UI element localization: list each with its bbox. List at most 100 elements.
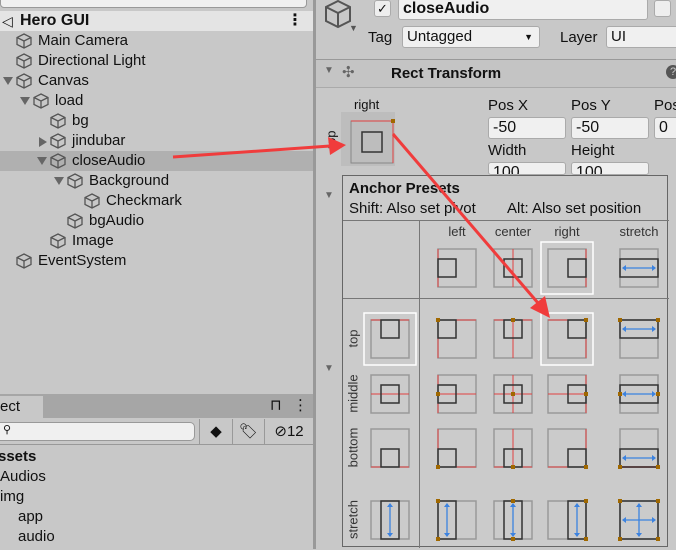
- expanded-arrow-icon[interactable]: [37, 157, 47, 165]
- width-label: Width: [488, 142, 527, 159]
- hierarchy-panel: ◁ Hero GUI ⋮ Main Camera Directional Ligh…: [0, 0, 313, 392]
- scene-name: Hero GUI: [20, 12, 90, 29]
- popup-title: Anchor Presets: [349, 180, 460, 197]
- anchor-preset-button[interactable]: [341, 112, 395, 166]
- hierarchy-item[interactable]: Checkmark: [0, 191, 313, 211]
- width-field[interactable]: 100: [488, 162, 566, 175]
- anchor-preset-middle-center[interactable]: [486, 367, 540, 421]
- anchor-preset-bottom-left[interactable]: [430, 421, 484, 475]
- anchor-preset-middle[interactable]: [363, 367, 417, 421]
- anchor-preset-right[interactable]: [540, 241, 594, 295]
- hierarchy-item-label: Directional Light: [38, 52, 146, 69]
- anchor-preset-top-center[interactable]: [486, 312, 540, 366]
- project-asset-item[interactable]: app: [18, 508, 43, 525]
- gameobject-icon: [50, 133, 66, 149]
- expanded-arrow-icon[interactable]: [20, 97, 30, 105]
- gameobject-icon: [16, 253, 32, 269]
- layer-dropdown[interactable]: UI: [606, 26, 676, 48]
- anchor-preset-stretch[interactable]: [612, 241, 666, 295]
- gameobject-icon: [50, 233, 66, 249]
- rect-transform-header[interactable]: ▼ ✣ Rect Transform ?: [316, 60, 676, 87]
- scene-header[interactable]: ◁ Hero GUI ⋮: [0, 11, 313, 31]
- anchor-preset-top-left[interactable]: [430, 312, 484, 366]
- hierarchy-item[interactable]: jindubar: [0, 131, 313, 151]
- gameobject-icon: [16, 53, 32, 69]
- hierarchy-item[interactable]: load: [0, 91, 313, 111]
- project-asset-item[interactable]: audio: [18, 528, 55, 545]
- dropdown-arrow-icon[interactable]: ▼: [349, 23, 358, 33]
- anchor-preset-bottom-stretch[interactable]: [612, 421, 666, 475]
- gameobject-cube-icon: [325, 0, 351, 29]
- lock-icon[interactable]: ⊓: [270, 396, 282, 414]
- anchor-preset-bottom[interactable]: [363, 421, 417, 475]
- hierarchy-item-label: closeAudio: [72, 152, 146, 169]
- pos-y-label: Pos Y: [571, 97, 611, 114]
- hierarchy-item[interactable]: Canvas: [0, 71, 313, 91]
- anchor-preset-stretch[interactable]: [363, 493, 417, 547]
- hidden-count: 12: [286, 423, 304, 440]
- layer-label: Layer: [560, 29, 598, 46]
- hierarchy-item-label: bg: [72, 112, 89, 129]
- static-checkbox[interactable]: [654, 0, 671, 17]
- search-icon: ⚲: [3, 424, 12, 436]
- shift-hint: Shift: Also set pivot: [349, 200, 476, 217]
- collapse-arrow-icon[interactable]: ▼: [324, 190, 334, 201]
- anchor-preset-middle-left[interactable]: [430, 367, 484, 421]
- pos-x-field[interactable]: -50: [488, 117, 566, 139]
- gameobject-icon: [33, 93, 49, 109]
- hidden-packages-button[interactable]: ⊘12: [264, 419, 313, 444]
- anchor-preset-middle-right[interactable]: [540, 367, 594, 421]
- collapse-arrow-icon[interactable]: ▼: [324, 65, 334, 76]
- anchor-preset-stretch-stretch[interactable]: [612, 493, 666, 547]
- filter-by-type-button[interactable]: ◆: [199, 419, 232, 444]
- component-title: Rect Transform: [391, 65, 502, 82]
- anchor-preset-center[interactable]: [486, 241, 540, 295]
- hierarchy-item[interactable]: Main Camera: [0, 31, 313, 51]
- anchor-preset-stretch-center[interactable]: [486, 493, 540, 547]
- hierarchy-item[interactable]: bgAudio: [0, 211, 313, 231]
- hierarchy-search-input[interactable]: [0, 0, 307, 8]
- anchor-preset-top-right[interactable]: [540, 312, 594, 366]
- anchor-preset-stretch-left[interactable]: [430, 493, 484, 547]
- eye-slash-icon: ⊘: [274, 423, 287, 440]
- kebab-icon[interactable]: ⋮: [293, 396, 308, 414]
- filter-by-label-button[interactable]: 🏷: [232, 419, 264, 444]
- hierarchy-item[interactable]: Image: [0, 231, 313, 251]
- kebab-icon[interactable]: ⋮: [287, 11, 303, 31]
- gameobject-icon: [67, 173, 83, 189]
- anchor-preset-bottom-right[interactable]: [540, 421, 594, 475]
- project-asset-item[interactable]: Audios: [0, 468, 46, 485]
- anchor-preset-bottom-center[interactable]: [486, 421, 540, 475]
- column-header-left: left: [448, 224, 466, 239]
- pos-y-field[interactable]: -50: [571, 117, 649, 139]
- hierarchy-item[interactable]: Directional Light: [0, 51, 313, 71]
- anchor-preset-left[interactable]: [430, 241, 484, 295]
- pos-z-field[interactable]: 0: [654, 117, 676, 139]
- height-field[interactable]: 100: [571, 162, 649, 175]
- hierarchy-item[interactable]: bg: [0, 111, 313, 131]
- help-icon[interactable]: ?: [666, 65, 676, 79]
- project-search-input[interactable]: ⚲: [0, 422, 195, 441]
- object-name-field[interactable]: closeAudio: [398, 0, 648, 20]
- anchor-preset-stretch-right[interactable]: [540, 493, 594, 547]
- tab-project[interactable]: ect: [0, 396, 43, 418]
- expanded-arrow-icon[interactable]: [3, 77, 13, 85]
- collapse-arrow-icon[interactable]: ▼: [324, 363, 334, 374]
- active-checkbox[interactable]: ✓: [374, 0, 391, 17]
- hierarchy-item[interactable]: Background: [0, 171, 313, 191]
- hierarchy-item-label: load: [55, 92, 84, 109]
- expanded-arrow-icon[interactable]: [54, 177, 64, 185]
- project-asset-item[interactable]: img: [0, 488, 24, 505]
- anchor-preset-top[interactable]: [363, 312, 417, 366]
- anchor-preset-top-stretch[interactable]: [612, 312, 666, 366]
- collapsed-arrow-icon[interactable]: [39, 137, 47, 147]
- row-header-top: top: [345, 329, 361, 348]
- hierarchy-item[interactable]: closeAudio: [0, 151, 313, 171]
- hierarchy-item-label: Image: [72, 232, 114, 249]
- hierarchy-item[interactable]: EventSystem: [0, 251, 313, 271]
- project-asset-item[interactable]: ssets: [0, 448, 36, 465]
- tag-dropdown[interactable]: Untagged ▼: [402, 26, 540, 48]
- rect-transform-icon: ✣: [342, 64, 355, 81]
- anchor-preset-middle-stretch[interactable]: [612, 367, 666, 421]
- gameobject-icon: [50, 113, 66, 129]
